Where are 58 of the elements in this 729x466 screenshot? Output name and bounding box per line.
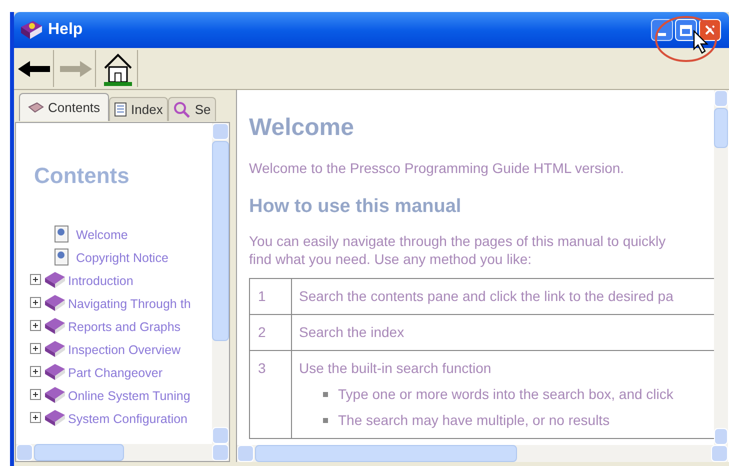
window-title: Help	[48, 20, 83, 40]
contents-heading: Contents	[34, 162, 130, 190]
right-arrow-icon	[58, 58, 94, 78]
table-cell: 2	[250, 314, 292, 350]
contents-link[interactable]: Online System Tuning	[68, 387, 190, 406]
book-icon	[44, 362, 66, 380]
list-item: The search may have multiple, or no results	[338, 410, 610, 430]
vertical-scrollbar[interactable]	[714, 90, 728, 445]
contents-link[interactable]: Inspection Overview	[68, 341, 181, 360]
book-icon	[44, 340, 66, 358]
book-icon	[44, 294, 66, 312]
page-icon	[114, 102, 128, 117]
list-item: Type one or more words into the search box, and click	[338, 384, 674, 404]
expand-icon[interactable]	[30, 412, 41, 423]
book-icon	[44, 316, 66, 334]
table-cell: 3	[250, 350, 292, 438]
pane-tab[interactable]: Contents	[19, 93, 110, 121]
intro-text: Welcome to the Pressco Programming Guide HTML version.	[249, 159, 626, 178]
horizontal-scrollbar[interactable]	[237, 445, 728, 462]
page-icon	[54, 248, 70, 266]
table-cell: 1	[250, 278, 292, 314]
page-title: Welcome	[249, 113, 355, 143]
expand-icon[interactable]	[30, 297, 41, 308]
body-paragraph: You can easily navigate through the pages of this manual to quickly find what you need. Use any method you like:	[249, 232, 667, 268]
book-icon	[44, 408, 66, 426]
vertical-scrollbar[interactable]	[212, 123, 229, 444]
book-icon	[44, 270, 66, 288]
expand-icon[interactable]	[30, 343, 41, 354]
table-cell-text: Use the built-in search function	[299, 358, 492, 378]
mouse-cursor-icon	[693, 30, 709, 54]
expand-icon[interactable]	[30, 274, 41, 285]
expand-icon[interactable]	[30, 389, 41, 400]
bullet-icon	[323, 418, 328, 422]
left-arrow-icon	[16, 58, 52, 78]
contents-link[interactable]: Navigating Through th	[68, 295, 191, 314]
contents-link[interactable]: Introduction	[68, 272, 134, 291]
section-heading: How to use this manual	[249, 195, 462, 219]
horizontal-scrollbar[interactable]	[16, 444, 229, 461]
contents-link[interactable]: Welcome	[76, 226, 128, 245]
pane-tab[interactable]: Se	[168, 97, 216, 121]
contents-link[interactable]: System Configuration	[68, 410, 188, 429]
expand-icon[interactable]	[30, 366, 41, 377]
pane-tab[interactable]: Index	[109, 97, 168, 121]
book-icon	[28, 102, 44, 114]
bullet-icon	[323, 392, 328, 396]
contents-link[interactable]: Copyright Notice	[76, 249, 168, 268]
help-book-icon	[18, 18, 44, 42]
highlight-circle	[654, 14, 718, 64]
contents-link[interactable]: Part Changeover	[68, 364, 163, 383]
table-cell-text: Search the contents pane and click the link to the desired pa	[299, 286, 674, 306]
contents-link[interactable]: Reports and Graphs	[68, 318, 181, 337]
search-icon	[172, 100, 191, 118]
book-icon	[44, 386, 66, 404]
page-icon	[54, 224, 70, 242]
expand-icon[interactable]	[30, 320, 41, 331]
close-icon	[705, 25, 715, 35]
table-cell-text: Search the index	[299, 322, 406, 342]
maximize-button[interactable]	[675, 19, 697, 41]
